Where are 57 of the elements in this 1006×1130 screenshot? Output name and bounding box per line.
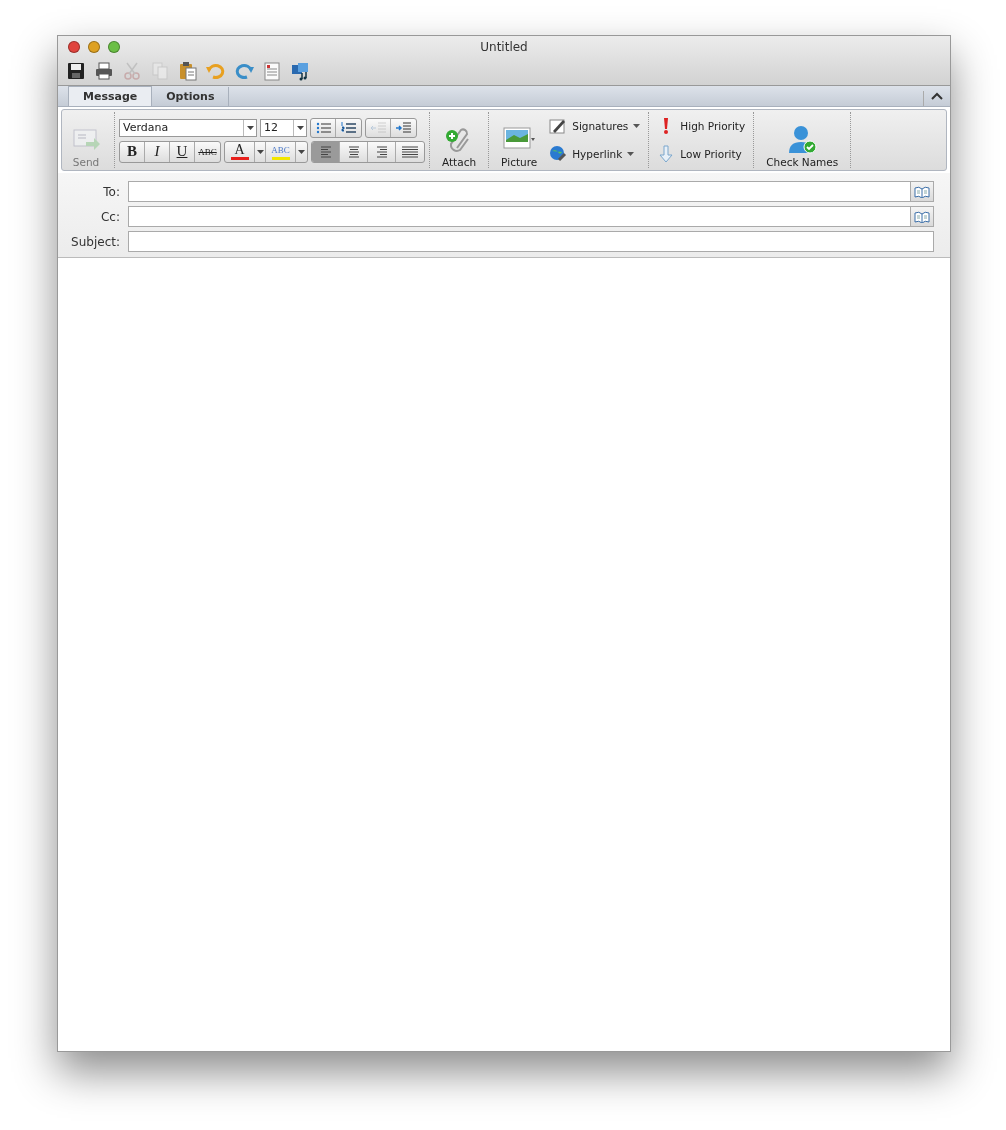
align-center-icon: [348, 145, 359, 158]
window-title: Untitled: [479, 40, 529, 54]
book-icon: [914, 210, 930, 223]
zoom-button[interactable]: [108, 41, 120, 53]
exclamation-icon: [664, 117, 669, 134]
decrease-indent-icon: [369, 121, 387, 134]
person-check-icon: [786, 124, 819, 154]
hyperlink-button[interactable]: Hyperlink: [549, 145, 641, 163]
italic-button[interactable]: I: [145, 141, 170, 162]
address-book-button[interactable]: [910, 206, 934, 227]
font-color-button[interactable]: A: [225, 141, 255, 162]
ribbon-tab[interactable]: Options: [152, 87, 230, 106]
font-field[interactable]: Verdana: [119, 118, 257, 137]
dropdown-icon[interactable]: [256, 149, 264, 154]
redo-icon[interactable]: [234, 61, 254, 81]
bulleted-list-icon: [314, 121, 332, 134]
font-size-field[interactable]: 12: [260, 118, 307, 137]
attach-button[interactable]: Attach: [434, 112, 485, 168]
high-priority-button[interactable]: High Priority: [657, 117, 746, 134]
globe-icon: [549, 145, 568, 163]
field-label: Cc:: [99, 209, 120, 224]
numbered-list-icon: [340, 121, 357, 134]
ribbon-tab[interactable]: Message: [68, 86, 153, 106]
input-field[interactable]: [128, 231, 934, 252]
media-icon[interactable]: [290, 61, 310, 81]
address-book-button[interactable]: [910, 181, 934, 202]
paste-icon[interactable]: [178, 61, 198, 81]
dropdown-icon[interactable]: [298, 149, 305, 154]
save-icon[interactable]: [66, 61, 86, 81]
underline-button[interactable]: U: [170, 141, 195, 162]
dropdown-icon: [633, 124, 641, 128]
strikethrough-button[interactable]: ABC: [195, 141, 220, 162]
close-button[interactable]: [68, 41, 80, 53]
input-field[interactable]: [128, 206, 911, 227]
minimize-button[interactable]: [88, 41, 100, 53]
align-left-button[interactable]: [312, 141, 340, 162]
low-priority-button[interactable]: Low Priority: [657, 144, 746, 163]
picture-button[interactable]: Picture: [493, 112, 546, 168]
align-right-icon: [376, 145, 387, 158]
book-icon: [914, 185, 930, 198]
input-field[interactable]: [128, 181, 911, 202]
down-arrow-icon: [657, 144, 676, 163]
field-label: Subject:: [70, 234, 120, 249]
pen-icon: [549, 117, 568, 135]
signatures-button[interactable]: Signatures: [549, 117, 641, 135]
field-label: To:: [102, 184, 120, 199]
dropdown-icon: [246, 125, 254, 130]
document-icon[interactable]: [262, 61, 282, 81]
align-justify-icon: [402, 145, 418, 158]
dropdown-icon: [296, 125, 304, 130]
check-names-button[interactable]: Check Names: [758, 112, 847, 168]
align-left-icon: [320, 145, 331, 158]
bold-button[interactable]: B: [120, 141, 145, 162]
highlight-button[interactable]: ABC: [266, 141, 296, 162]
dropdown-icon: [627, 152, 635, 156]
print-icon[interactable]: [94, 61, 114, 81]
increase-indent-icon: [395, 121, 412, 134]
